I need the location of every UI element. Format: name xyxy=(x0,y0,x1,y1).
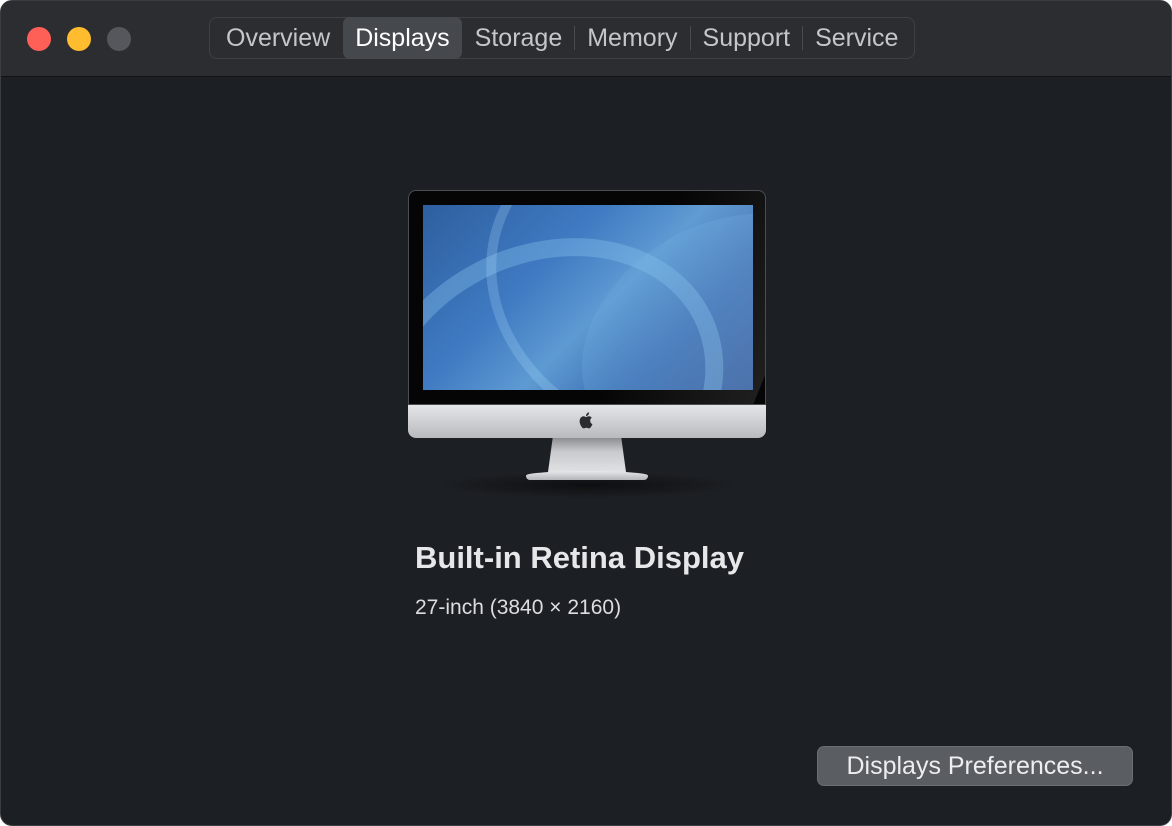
apple-logo-icon xyxy=(579,412,593,429)
display-name: Built-in Retina Display xyxy=(415,540,744,575)
tab-overview[interactable]: Overview xyxy=(214,18,342,58)
close-button[interactable] xyxy=(27,27,51,51)
imac-stand xyxy=(548,438,626,472)
title-bar: Overview Displays Storage Memory Support… xyxy=(1,1,1171,77)
imac-bezel xyxy=(408,190,766,405)
tab-bar: Overview Displays Storage Memory Support… xyxy=(209,17,916,59)
displays-preferences-button[interactable]: Displays Preferences... xyxy=(817,746,1133,786)
displays-pane: Built-in Retina Display 27-inch (3840 × … xyxy=(1,77,1171,825)
imac-icon xyxy=(408,190,766,498)
minimize-button[interactable] xyxy=(67,27,91,51)
tab-storage[interactable]: Storage xyxy=(463,18,575,58)
tab-displays[interactable]: Displays xyxy=(343,17,462,59)
tab-support[interactable]: Support xyxy=(691,18,803,58)
display-spec: 27-inch (3840 × 2160) xyxy=(415,596,622,619)
tab-memory[interactable]: Memory xyxy=(575,18,689,58)
tab-service[interactable]: Service xyxy=(803,18,910,58)
imac-foot xyxy=(526,471,648,480)
about-this-mac-window: Overview Displays Storage Memory Support… xyxy=(0,0,1172,826)
zoom-button[interactable] xyxy=(107,27,131,51)
